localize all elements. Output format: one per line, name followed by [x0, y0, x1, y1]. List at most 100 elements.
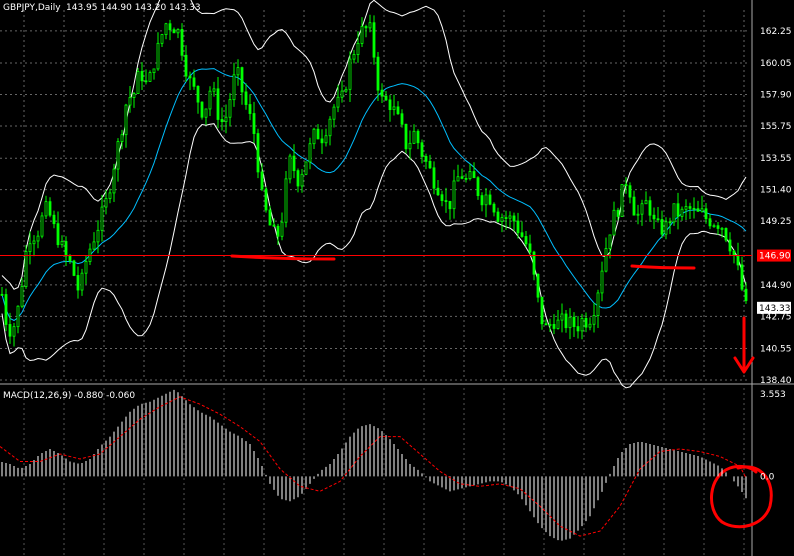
candle-body: [724, 227, 728, 241]
candle-body: [708, 218, 712, 227]
candle-body: [688, 206, 692, 209]
candle-body: [440, 194, 444, 201]
candle-body: [104, 198, 108, 208]
candle-body: [484, 194, 488, 206]
candle-body: [412, 130, 416, 144]
candle-body: [464, 177, 468, 180]
candle-body: [564, 313, 568, 329]
candle-body: [744, 288, 748, 302]
candle-body: [512, 215, 516, 222]
candle-body: [692, 207, 696, 210]
candle-body: [260, 171, 264, 190]
candle-body: [28, 243, 32, 252]
price-tick-label: 149.25: [760, 217, 792, 227]
candle-body: [548, 324, 552, 326]
candle-body: [240, 67, 244, 93]
candle-body: [520, 232, 524, 237]
candle-body: [276, 225, 280, 237]
candle-body: [288, 155, 292, 180]
candle-body: [488, 194, 492, 205]
macd-header: MACD(12,26,9) -0.880 -0.060: [3, 391, 135, 401]
candle-body: [120, 134, 124, 142]
candle-body: [272, 224, 276, 227]
candle-body: [720, 227, 724, 230]
candle-body: [156, 42, 160, 70]
candle-body: [60, 241, 64, 246]
candle-body: [100, 206, 104, 231]
candle-body: [700, 208, 704, 212]
candle-body: [252, 113, 256, 134]
candle-body: [80, 272, 84, 291]
candle-body: [236, 67, 240, 76]
candle-body: [16, 305, 20, 328]
candle-body: [268, 209, 272, 226]
price-tick-label: 157.90: [760, 91, 792, 101]
candle-body: [216, 88, 220, 120]
macd-top-tick: 3.553: [760, 390, 786, 400]
candle-body: [504, 217, 508, 219]
candle-body: [552, 324, 556, 329]
candle-body: [280, 221, 284, 237]
candle-body: [664, 221, 668, 235]
candle-body: [448, 200, 452, 210]
candle-body: [308, 143, 312, 163]
hline-price-label: 146.90: [759, 252, 791, 262]
candle-body: [336, 96, 340, 108]
candle-body: [604, 248, 608, 272]
candle-body: [568, 316, 572, 329]
candle-body: [388, 99, 392, 111]
candle-body: [736, 254, 740, 266]
candle-body: [180, 28, 184, 56]
candle-body: [476, 177, 480, 197]
candle-body: [332, 106, 336, 120]
candle-body: [76, 275, 80, 291]
candle-body: [84, 261, 88, 274]
candle-body: [560, 313, 564, 321]
candle-body: [732, 250, 736, 256]
macd-zero-tick: 0.0: [760, 472, 775, 482]
candle-body: [56, 223, 60, 246]
candle-body: [340, 90, 344, 98]
candle-body: [436, 187, 440, 196]
candle-body: [284, 178, 288, 223]
candle-body: [200, 101, 204, 118]
candle-body: [148, 72, 152, 82]
candle-body: [420, 142, 424, 157]
price-axis: 162.25 160.05 157.90 155.75 153.55 151.40 149.…: [757, 27, 792, 386]
candle-body: [196, 85, 200, 103]
candle-body: [52, 214, 56, 225]
price-tick-label: 153.55: [760, 154, 792, 164]
candle-body: [608, 234, 612, 249]
candle-body: [656, 218, 660, 221]
symbol-label: GBPJPY,Daily: [3, 3, 61, 13]
candle-body: [344, 88, 348, 92]
candle-body: [144, 80, 148, 83]
candle-body: [380, 89, 384, 97]
candle-body: [376, 56, 380, 91]
candle-body: [108, 192, 112, 199]
candle-body: [112, 168, 116, 194]
candle-body: [424, 156, 428, 162]
candle-body: [384, 95, 388, 101]
candle-body: [32, 240, 36, 245]
candle-body: [712, 225, 716, 228]
candle-body: [176, 28, 180, 34]
candle-body: [456, 176, 460, 182]
candle-body: [516, 220, 520, 234]
drawn-line-right: [630, 264, 696, 270]
candle-body: [24, 251, 28, 287]
candle-body: [620, 184, 624, 217]
candle-body: [68, 255, 72, 262]
candle-body: [220, 119, 224, 123]
candle-body: [472, 171, 476, 179]
candle-body: [600, 270, 604, 294]
macd-panel: 3.553 0.0: [0, 389, 786, 541]
candle-body: [480, 195, 484, 206]
candle-body: [500, 217, 504, 222]
ohlc-label: 143.95 144.90 143.20 143.33: [66, 3, 201, 13]
drawn-line-left: [230, 254, 336, 261]
candle-body: [404, 123, 408, 150]
candle-body: [20, 286, 24, 307]
candle-body: [584, 317, 588, 328]
candle-body: [8, 324, 12, 337]
